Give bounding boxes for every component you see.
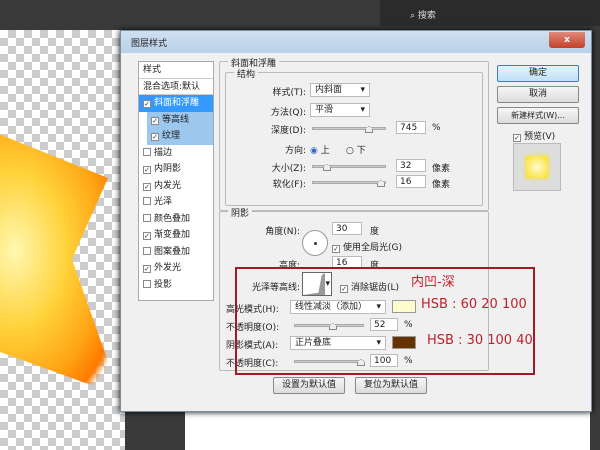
soften-input[interactable]: 16 <box>396 175 426 188</box>
blending-options[interactable]: 混合选项:默认 <box>139 79 213 95</box>
soften-unit: 像素 <box>432 180 451 190</box>
layer-style-dialog: 图层样式 x 样式 混合选项:默认 ✓ 斜面和浮雕 ✓ 等高线 ✓ 纹理 描边 ✓ 内阴影 ✓ 内发… <box>120 30 592 412</box>
preview-thumbnail <box>513 143 561 191</box>
depth-unit: % <box>432 123 441 133</box>
style-item-label: 内发光 <box>154 180 182 191</box>
dir-up-label: 上 <box>320 146 330 156</box>
checkbox-icon[interactable] <box>143 246 151 255</box>
style-item-label: 渐变叠加 <box>154 230 191 240</box>
shading-title: 阴影 <box>228 206 253 219</box>
style-item-label: 光泽 <box>154 197 173 207</box>
bevel-panel: 斜面和浮雕 结构 样式(T): 内斜面 ▾ 方法(Q): 平滑 ▾ 深度(D): 7… <box>219 56 489 211</box>
depth-label: 深度(D): <box>271 126 306 136</box>
preview-label: 预览(V) <box>524 132 556 142</box>
global-light-label: 使用全局光(G) <box>343 243 402 253</box>
checkbox-icon[interactable] <box>143 147 151 156</box>
angle-dial[interactable] <box>302 230 328 256</box>
style-item[interactable]: ✓ 内阴影 <box>139 161 213 178</box>
technique-value: 平滑 <box>315 105 334 115</box>
style-select[interactable]: 内斜面 ▾ <box>310 83 370 97</box>
slider-thumb[interactable] <box>323 164 331 171</box>
style-item[interactable]: 光泽 <box>139 194 213 211</box>
technique-select[interactable]: 平滑 ▾ <box>310 103 370 117</box>
global-light-checkbox[interactable]: ✓ 使用全局光(G) <box>332 240 402 253</box>
document-area <box>185 410 590 450</box>
style-item-label: 投影 <box>154 279 173 290</box>
cancel-button[interactable]: 取消 <box>497 86 579 103</box>
style-item[interactable]: 颜色叠加 <box>139 211 213 228</box>
checkbox-icon[interactable] <box>143 279 151 288</box>
soften-label: 软化(F): <box>272 180 306 190</box>
style-item-label: 斜面和浮雕 <box>154 98 200 108</box>
size-slider[interactable] <box>312 164 386 171</box>
direction-down-radio[interactable]: ○ 下 <box>346 143 366 156</box>
style-value: 内斜面 <box>315 85 343 95</box>
checkbox-icon[interactable]: ✓ <box>151 133 159 141</box>
style-item-label: 描边 <box>154 147 173 158</box>
style-item-label: 外发光 <box>154 263 182 273</box>
preview-checkbox[interactable]: ✓ 预览(V) <box>513 129 555 142</box>
search-text: 搜索 <box>417 11 436 21</box>
size-unit: 像素 <box>432 164 451 174</box>
style-item[interactable]: ✓ 等高线 <box>147 111 213 128</box>
technique-label: 方法(Q): <box>270 108 306 118</box>
style-item-label: 颜色叠加 <box>154 213 191 224</box>
styles-header: 样式 <box>139 62 213 79</box>
chevron-down-icon: ▾ <box>360 85 365 95</box>
dialog-title: 图层样式 <box>131 39 168 49</box>
style-item[interactable]: ✓ 渐变叠加 <box>139 227 213 244</box>
slider-thumb[interactable] <box>365 126 373 133</box>
angle-unit: 度 <box>370 227 380 237</box>
annotation-contour: 内凹-深 <box>411 275 455 290</box>
style-item[interactable]: ✓ 斜面和浮雕 <box>139 95 213 112</box>
structure-title: 结构 <box>234 67 259 80</box>
direction-up-radio[interactable]: ◉ 上 <box>310 143 330 156</box>
checkbox-icon[interactable]: ✓ <box>143 166 151 174</box>
angle-input[interactable]: 30 <box>332 222 362 235</box>
close-button[interactable]: x <box>549 32 585 48</box>
style-item[interactable]: ✓ 纹理 <box>147 128 213 145</box>
style-label: 样式(T): <box>272 88 306 98</box>
annotation-highlight-hsb: HSB : 60 20 100 <box>421 297 527 312</box>
styles-list: 样式 混合选项:默认 ✓ 斜面和浮雕 ✓ 等高线 ✓ 纹理 描边 ✓ 内阴影 ✓ 内发光 光泽 颜色叠加… <box>138 61 214 301</box>
style-item[interactable]: ✓ 外发光 <box>139 260 213 277</box>
slider-thumb[interactable] <box>377 180 385 187</box>
style-item[interactable]: ✓ 内发光 <box>139 178 213 195</box>
new-style-button[interactable]: 新建样式(W)... <box>497 107 579 124</box>
checkbox-icon[interactable]: ✓ <box>143 265 151 273</box>
title-bar: 图层样式 <box>121 31 591 53</box>
style-item[interactable]: 投影 <box>139 277 213 294</box>
chevron-down-icon: ▾ <box>360 105 365 115</box>
reset-default-button[interactable]: 复位为默认值 <box>355 377 427 394</box>
depth-input[interactable]: 745 <box>396 121 426 134</box>
checkbox-icon[interactable] <box>143 197 151 205</box>
style-item[interactable]: 描边 <box>139 145 213 162</box>
style-item-label: 纹理 <box>162 131 181 141</box>
size-label: 大小(Z): <box>271 164 306 174</box>
style-item[interactable]: 图案叠加 <box>139 244 213 261</box>
checkbox-icon: ✓ <box>513 134 521 142</box>
style-item-label: 图案叠加 <box>154 246 191 257</box>
direction-label: 方向: <box>284 146 306 156</box>
annotation-box <box>235 267 535 375</box>
soften-slider[interactable] <box>312 180 386 187</box>
checkbox-icon[interactable]: ✓ <box>143 232 151 240</box>
style-item-label: 等高线 <box>162 114 190 125</box>
checkbox-icon[interactable]: ✓ <box>143 182 151 191</box>
make-default-button[interactable]: 设置为默认值 <box>273 377 345 394</box>
dir-down-label: 下 <box>356 146 366 156</box>
annotation-shadow-hsb: HSB : 30 100 40 <box>427 333 533 348</box>
checkbox-icon: ✓ <box>332 245 340 253</box>
checkbox-icon[interactable] <box>143 213 151 222</box>
depth-slider[interactable] <box>312 126 386 133</box>
ok-button[interactable]: 确定 <box>497 65 579 82</box>
size-input[interactable]: 32 <box>396 159 426 172</box>
style-item-label: 内阴影 <box>154 164 182 174</box>
checkbox-icon[interactable]: ✓ <box>143 100 151 108</box>
angle-label: 角度(N): <box>265 227 300 237</box>
checkbox-icon[interactable]: ✓ <box>151 116 159 125</box>
search-bar[interactable]: ⌕ 搜索 <box>380 0 600 26</box>
structure-group: 结构 样式(T): 内斜面 ▾ 方法(Q): 平滑 ▾ 深度(D): 745 % 方… <box>225 67 483 206</box>
